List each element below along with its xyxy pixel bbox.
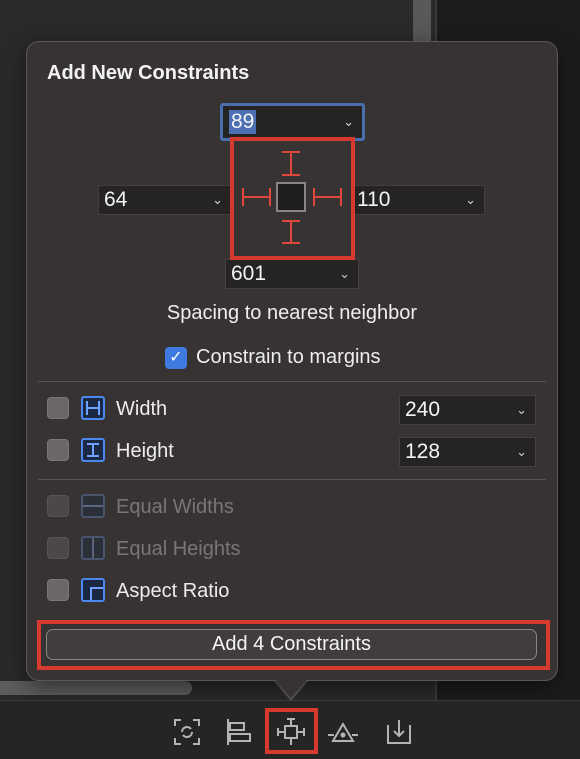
- right-spacing-field[interactable]: 110 ⌄: [351, 185, 485, 215]
- bottom-spacing-value: 601: [231, 262, 267, 285]
- height-checkbox[interactable]: [47, 439, 69, 461]
- equal-widths-label: Equal Widths: [116, 496, 234, 518]
- chevron-down-icon[interactable]: ⌄: [339, 260, 350, 288]
- popover-arrow: [274, 678, 308, 698]
- equal-widths-checkbox[interactable]: [47, 495, 69, 517]
- constrain-margins-checkbox[interactable]: ✓: [165, 347, 187, 369]
- left-spacing-value: 64: [104, 188, 128, 211]
- add-new-constraints-icon[interactable]: [276, 717, 306, 747]
- height-value: 128: [405, 440, 441, 463]
- aspect-ratio-checkbox[interactable]: [47, 579, 69, 601]
- selected-view-square: [276, 182, 306, 212]
- right-spacing-value: 110: [357, 188, 391, 211]
- width-value: 240: [405, 398, 441, 421]
- align-icon[interactable]: [224, 717, 254, 747]
- chevron-down-icon[interactable]: ⌄: [212, 186, 223, 214]
- width-label: Width: [116, 398, 168, 420]
- aspect-ratio-icon: [81, 578, 105, 602]
- top-spacing-field[interactable]: 89 ⌄: [220, 103, 365, 141]
- add-constraints-button[interactable]: Add 4 Constraints: [46, 629, 537, 660]
- constrain-margins-label: Constrain to margins: [196, 346, 381, 368]
- width-value-field[interactable]: 240 ⌄: [399, 395, 536, 425]
- chevron-down-icon[interactable]: ⌄: [465, 186, 476, 214]
- spacing-caption: Spacing to nearest neighbor: [166, 302, 418, 324]
- popover-title: Add New Constraints: [47, 62, 250, 84]
- separator: [38, 381, 546, 382]
- equal-heights-icon: [81, 536, 105, 560]
- top-spacing-value: 89: [229, 110, 257, 134]
- width-checkbox[interactable]: [47, 397, 69, 419]
- horizontal-scrollbar[interactable]: [0, 681, 192, 695]
- bottom-spacing-field[interactable]: 601 ⌄: [225, 259, 359, 289]
- separator: [38, 479, 546, 480]
- left-spacing-field[interactable]: 64 ⌄: [98, 185, 232, 215]
- chevron-down-icon[interactable]: ⌄: [343, 106, 354, 138]
- chevron-down-icon[interactable]: ⌄: [516, 438, 527, 466]
- embed-in-icon[interactable]: [384, 717, 414, 747]
- width-constraint-icon: [81, 396, 105, 420]
- height-label: Height: [116, 440, 174, 462]
- aspect-ratio-label: Aspect Ratio: [116, 580, 230, 602]
- update-frames-icon[interactable]: [172, 717, 202, 747]
- height-value-field[interactable]: 128 ⌄: [399, 437, 536, 467]
- height-constraint-icon: [81, 438, 105, 462]
- chevron-down-icon[interactable]: ⌄: [516, 396, 527, 424]
- equal-widths-icon: [81, 494, 105, 518]
- equal-heights-label: Equal Heights: [116, 538, 241, 560]
- equal-heights-checkbox[interactable]: [47, 537, 69, 559]
- resolve-auto-layout-icon[interactable]: [328, 717, 358, 747]
